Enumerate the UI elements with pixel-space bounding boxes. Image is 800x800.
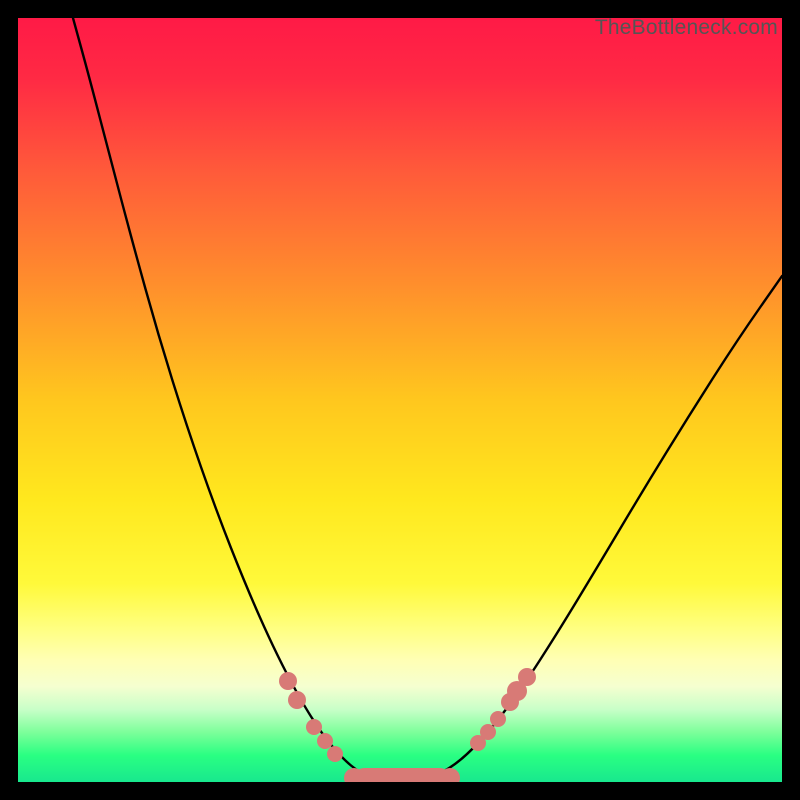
marker-right-5 [518, 668, 536, 686]
marker-left-2 [306, 719, 322, 735]
chart-svg [18, 18, 782, 782]
gradient-background [18, 18, 782, 782]
marker-left-1 [288, 691, 306, 709]
marker-left-4 [327, 746, 343, 762]
marker-right-2 [490, 711, 506, 727]
marker-right-1 [480, 724, 496, 740]
chart-frame: TheBottleneck.com [18, 18, 782, 782]
watermark-text: TheBottleneck.com [595, 16, 778, 40]
marker-bottom-bar [354, 768, 450, 782]
marker-left-3 [317, 733, 333, 749]
marker-left-0 [279, 672, 297, 690]
